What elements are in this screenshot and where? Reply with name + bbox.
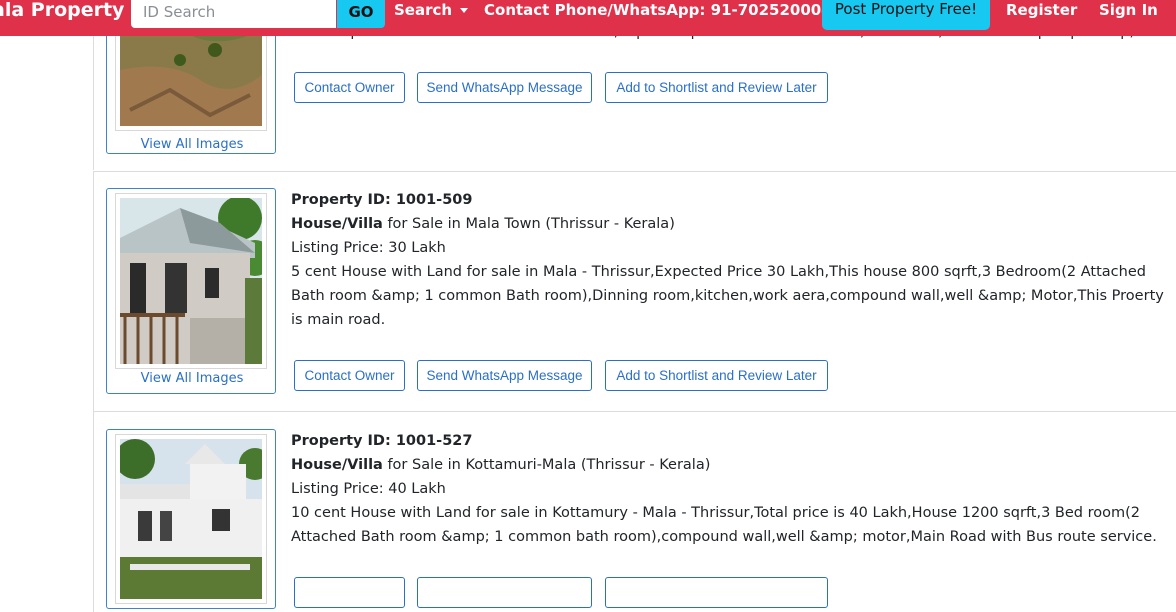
listing-photo-frame (115, 193, 267, 369)
house-photo (120, 198, 262, 364)
listing-price: Listing Price: 40 Lakh (291, 481, 446, 497)
id-search-input[interactable] (131, 0, 336, 28)
listing-photo-frame (115, 434, 267, 604)
post-property-button[interactable]: Post Property Free! (822, 0, 990, 30)
contact-phone-link[interactable]: Contact Phone/WhatsApp: 91-7025200041 (484, 0, 842, 22)
listing-info: Property ID: 1001-527 House/Villa for Sa… (291, 429, 1176, 549)
signin-link[interactable]: Sign In (1099, 0, 1158, 22)
property-id: Property ID: 1001-509 (291, 192, 473, 208)
property-id: Property ID: 1001-527 (291, 433, 473, 449)
view-all-images-link[interactable]: View All Images (107, 371, 277, 386)
listing-price: Listing Price: 30 Lakh (291, 240, 446, 256)
send-whatsapp-button[interactable]: Send WhatsApp Message (417, 360, 592, 391)
listing-image-box[interactable] (106, 429, 276, 609)
listing-image-box[interactable]: View All Images (106, 188, 276, 394)
property-location: for Sale in Kottamuri-Mala (Thrissur - K… (382, 457, 711, 473)
view-all-images-link[interactable]: View All Images (107, 137, 277, 152)
listing-info: Property ID: 1001-509 House/Villa for Sa… (291, 188, 1176, 332)
send-whatsapp-button[interactable] (417, 577, 592, 608)
listing-description: 10 cent House with Land for sale in Kott… (291, 505, 1157, 545)
listing-description: 5 cent House with Land for sale in Mala … (291, 264, 1164, 328)
contact-owner-button[interactable]: Contact Owner (294, 72, 405, 103)
send-whatsapp-button[interactable]: Send WhatsApp Message (417, 72, 592, 103)
property-type: House/Villa (291, 457, 383, 473)
house-photo (120, 439, 262, 599)
caret-down-icon (460, 8, 469, 13)
property-type: House/Villa (291, 216, 383, 232)
add-to-shortlist-button[interactable]: Add to Shortlist and Review Later (605, 72, 828, 103)
property-location: for Sale in Mala Town (Thrissur - Kerala… (382, 216, 675, 232)
top-navbar: ala Property GO Search Contact Phone/Wha… (0, 0, 1176, 36)
go-button[interactable]: GO (337, 0, 385, 28)
add-to-shortlist-button[interactable]: Add to Shortlist and Review Later (605, 360, 828, 391)
search-dropdown[interactable]: Search (394, 0, 469, 22)
search-dropdown-label: Search (394, 1, 453, 19)
add-to-shortlist-button[interactable] (605, 577, 828, 608)
site-brand[interactable]: ala Property (0, 0, 124, 34)
register-link[interactable]: Register (1006, 0, 1077, 22)
contact-owner-button[interactable]: Contact Owner (294, 360, 405, 391)
contact-owner-button[interactable] (294, 577, 405, 608)
